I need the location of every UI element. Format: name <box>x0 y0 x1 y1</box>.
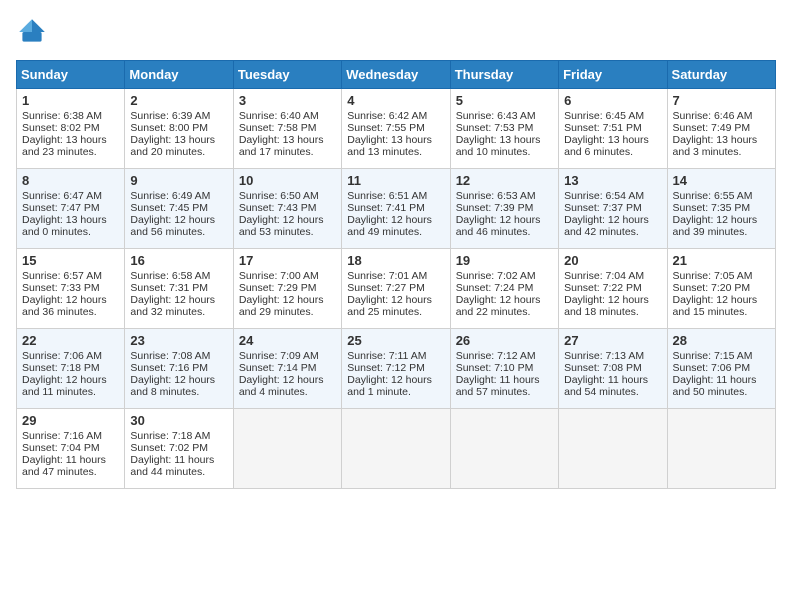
day-num: 7 <box>673 93 770 108</box>
col-tuesday: Tuesday <box>233 61 341 89</box>
day-num: 16 <box>130 253 227 268</box>
day-num: 29 <box>22 413 119 428</box>
day-num: 15 <box>22 253 119 268</box>
day-num: 26 <box>456 333 553 348</box>
day-num: 18 <box>347 253 444 268</box>
calendar-cell: 22Sunrise: 7:06 AMSunset: 7:18 PMDayligh… <box>17 329 125 409</box>
calendar-cell <box>450 409 558 489</box>
day-num: 3 <box>239 93 336 108</box>
calendar-cell: 21Sunrise: 7:05 AMSunset: 7:20 PMDayligh… <box>667 249 775 329</box>
calendar-cell: 19Sunrise: 7:02 AMSunset: 7:24 PMDayligh… <box>450 249 558 329</box>
col-friday: Friday <box>559 61 667 89</box>
day-num: 4 <box>347 93 444 108</box>
calendar-cell: 8Sunrise: 6:47 AMSunset: 7:47 PMDaylight… <box>17 169 125 249</box>
calendar-cell: 28Sunrise: 7:15 AMSunset: 7:06 PMDayligh… <box>667 329 775 409</box>
calendar-cell <box>233 409 341 489</box>
col-monday: Monday <box>125 61 233 89</box>
col-thursday: Thursday <box>450 61 558 89</box>
calendar-cell: 17Sunrise: 7:00 AMSunset: 7:29 PMDayligh… <box>233 249 341 329</box>
calendar-cell: 7Sunrise: 6:46 AMSunset: 7:49 PMDaylight… <box>667 89 775 169</box>
day-num: 2 <box>130 93 227 108</box>
col-sunday: Sunday <box>17 61 125 89</box>
header-row: Sunday Monday Tuesday Wednesday Thursday… <box>17 61 776 89</box>
calendar-cell <box>667 409 775 489</box>
calendar-cell: 3Sunrise: 6:40 AMSunset: 7:58 PMDaylight… <box>233 89 341 169</box>
day-num: 25 <box>347 333 444 348</box>
day-num: 23 <box>130 333 227 348</box>
calendar-cell: 11Sunrise: 6:51 AMSunset: 7:41 PMDayligh… <box>342 169 450 249</box>
calendar-cell: 15Sunrise: 6:57 AMSunset: 7:33 PMDayligh… <box>17 249 125 329</box>
calendar-cell <box>559 409 667 489</box>
calendar-cell: 16Sunrise: 6:58 AMSunset: 7:31 PMDayligh… <box>125 249 233 329</box>
calendar-cell: 2Sunrise: 6:39 AMSunset: 8:00 PMDaylight… <box>125 89 233 169</box>
day-num: 11 <box>347 173 444 188</box>
day-num: 5 <box>456 93 553 108</box>
day-num: 10 <box>239 173 336 188</box>
calendar-cell: 20Sunrise: 7:04 AMSunset: 7:22 PMDayligh… <box>559 249 667 329</box>
day-num: 12 <box>456 173 553 188</box>
calendar-cell: 13Sunrise: 6:54 AMSunset: 7:37 PMDayligh… <box>559 169 667 249</box>
calendar-cell: 30Sunrise: 7:18 AMSunset: 7:02 PMDayligh… <box>125 409 233 489</box>
day-num: 9 <box>130 173 227 188</box>
day-num: 17 <box>239 253 336 268</box>
calendar-cell: 25Sunrise: 7:11 AMSunset: 7:12 PMDayligh… <box>342 329 450 409</box>
day-num: 22 <box>22 333 119 348</box>
calendar-cell: 27Sunrise: 7:13 AMSunset: 7:08 PMDayligh… <box>559 329 667 409</box>
calendar-cell: 29Sunrise: 7:16 AMSunset: 7:04 PMDayligh… <box>17 409 125 489</box>
day-num: 8 <box>22 173 119 188</box>
page-header <box>16 16 776 48</box>
calendar-cell: 14Sunrise: 6:55 AMSunset: 7:35 PMDayligh… <box>667 169 775 249</box>
day-num: 14 <box>673 173 770 188</box>
calendar-cell: 23Sunrise: 7:08 AMSunset: 7:16 PMDayligh… <box>125 329 233 409</box>
calendar-cell: 1Sunrise: 6:38 AMSunset: 8:02 PMDaylight… <box>17 89 125 169</box>
calendar-cell <box>342 409 450 489</box>
calendar-table: Sunday Monday Tuesday Wednesday Thursday… <box>16 60 776 489</box>
calendar-cell: 26Sunrise: 7:12 AMSunset: 7:10 PMDayligh… <box>450 329 558 409</box>
logo-icon <box>16 16 48 48</box>
col-wednesday: Wednesday <box>342 61 450 89</box>
calendar-cell: 18Sunrise: 7:01 AMSunset: 7:27 PMDayligh… <box>342 249 450 329</box>
day-num: 19 <box>456 253 553 268</box>
calendar-cell: 9Sunrise: 6:49 AMSunset: 7:45 PMDaylight… <box>125 169 233 249</box>
day-num: 27 <box>564 333 661 348</box>
day-num: 21 <box>673 253 770 268</box>
calendar-cell: 24Sunrise: 7:09 AMSunset: 7:14 PMDayligh… <box>233 329 341 409</box>
calendar-cell: 4Sunrise: 6:42 AMSunset: 7:55 PMDaylight… <box>342 89 450 169</box>
logo <box>16 16 54 48</box>
day-num: 30 <box>130 413 227 428</box>
day-num: 24 <box>239 333 336 348</box>
day-num: 1 <box>22 93 119 108</box>
calendar-cell: 12Sunrise: 6:53 AMSunset: 7:39 PMDayligh… <box>450 169 558 249</box>
col-saturday: Saturday <box>667 61 775 89</box>
calendar-cell: 5Sunrise: 6:43 AMSunset: 7:53 PMDaylight… <box>450 89 558 169</box>
day-num: 28 <box>673 333 770 348</box>
day-num: 20 <box>564 253 661 268</box>
calendar-cell: 10Sunrise: 6:50 AMSunset: 7:43 PMDayligh… <box>233 169 341 249</box>
day-num: 13 <box>564 173 661 188</box>
calendar-cell: 6Sunrise: 6:45 AMSunset: 7:51 PMDaylight… <box>559 89 667 169</box>
day-num: 6 <box>564 93 661 108</box>
